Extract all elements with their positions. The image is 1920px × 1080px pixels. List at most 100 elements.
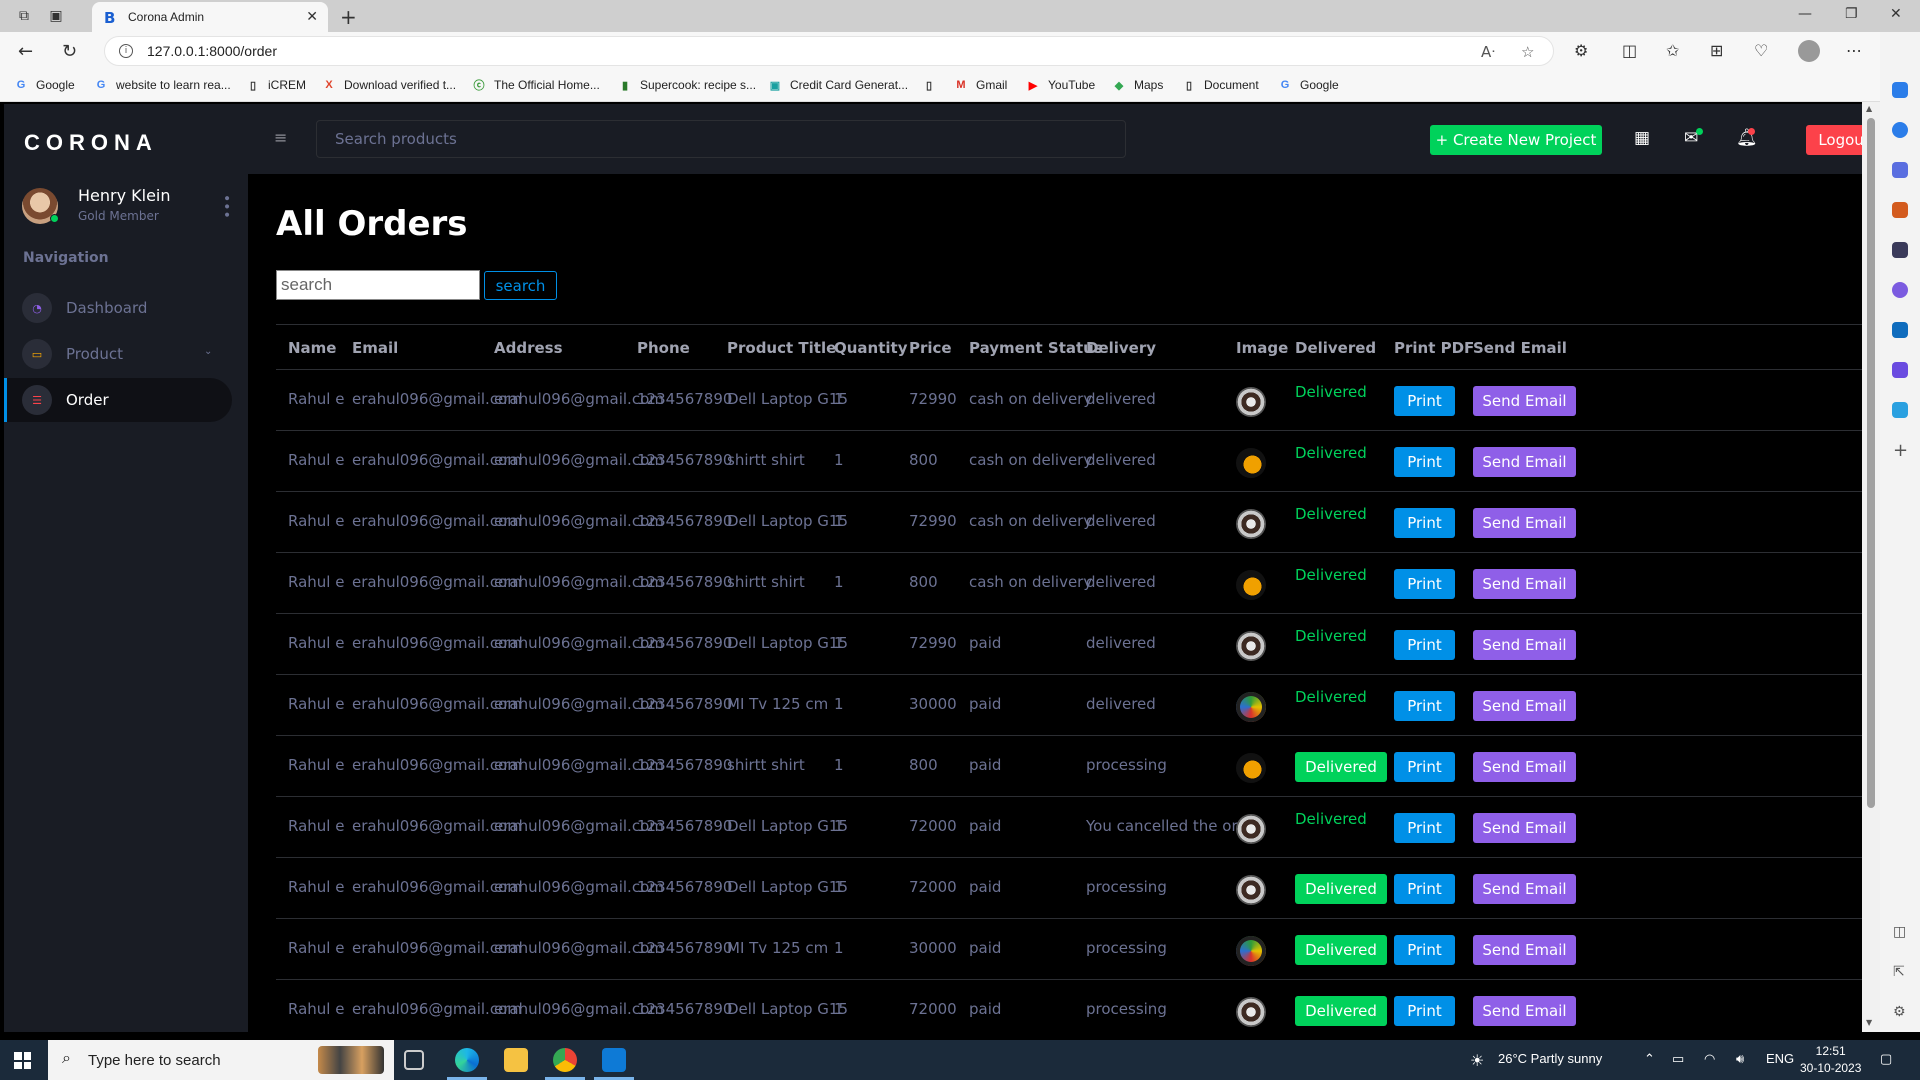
bookmark-item[interactable]: ▣ Credit Card Generat...: [768, 78, 908, 92]
sidebar-item-dashboard[interactable]: ◔ Dashboard: [4, 286, 232, 330]
chevron-down-icon[interactable]: ⌄: [204, 346, 212, 357]
order-search-input[interactable]: search: [276, 270, 480, 300]
volume-icon[interactable]: 🔊︎: [1736, 1051, 1744, 1067]
taskbar-search-input[interactable]: ⌕ Type here to search: [48, 1040, 394, 1080]
microsoft-365-icon[interactable]: [1892, 282, 1908, 298]
bookmark-item[interactable]: ⓒ The Official Home...: [472, 78, 600, 92]
page-scrollbar[interactable]: ▲ ▼: [1862, 102, 1880, 1032]
send-email-button[interactable]: Send Email: [1473, 935, 1576, 965]
back-icon[interactable]: ←: [18, 41, 33, 62]
scrollbar-thumb[interactable]: [1867, 118, 1875, 808]
create-project-button[interactable]: + Create New Project: [1430, 125, 1602, 155]
bookmark-item[interactable]: Gwebsite to learn rea...: [94, 78, 231, 92]
bookmark-item[interactable]: ▶ YouTube: [1026, 78, 1095, 92]
print-button[interactable]: Print: [1394, 874, 1455, 904]
print-button[interactable]: Print: [1394, 935, 1455, 965]
restore-icon[interactable]: ❐: [1845, 6, 1858, 22]
send-email-button[interactable]: Send Email: [1473, 508, 1576, 538]
profile-menu-icon[interactable]: •••: [218, 194, 234, 219]
url-field[interactable]: i 127.0.0.1:8000/order Aᐧ ☆: [104, 36, 1554, 66]
outlook-icon[interactable]: [1892, 322, 1908, 338]
tools-icon[interactable]: [1892, 202, 1908, 218]
bookmark-item[interactable]: ▯ iCREM: [246, 78, 306, 92]
bookmark-item[interactable]: ▯ Document: [1182, 78, 1259, 92]
weather-icon[interactable]: ☀︎: [1470, 1051, 1484, 1071]
print-button[interactable]: Print: [1394, 569, 1455, 599]
close-tab-icon[interactable]: ✕: [306, 9, 318, 25]
bell-icon[interactable]: [1892, 82, 1908, 98]
bookmark-item[interactable]: G Google: [1278, 78, 1339, 92]
send-email-button[interactable]: Send Email: [1473, 447, 1576, 477]
chrome-icon[interactable]: [553, 1048, 577, 1072]
weather-text[interactable]: 26°C Partly sunny: [1498, 1051, 1602, 1066]
send-email-button[interactable]: Send Email: [1473, 691, 1576, 721]
sidebar-item-order[interactable]: ☰ Order: [4, 378, 232, 422]
send-email-button[interactable]: Send Email: [1473, 630, 1576, 660]
search-button[interactable]: search: [484, 271, 557, 300]
bookmark-item[interactable]: M Gmail: [954, 78, 1007, 92]
collections-icon[interactable]: ⊞: [1710, 41, 1723, 60]
send-icon[interactable]: [1892, 402, 1908, 418]
send-email-button[interactable]: Send Email: [1473, 874, 1576, 904]
designer-icon[interactable]: [1892, 362, 1908, 378]
send-email-button[interactable]: Send Email: [1473, 996, 1576, 1026]
scroll-down-icon[interactable]: ▼: [1866, 1018, 1872, 1027]
brand-logo[interactable]: CORONA: [24, 130, 158, 156]
battery-icon[interactable]: ▭: [1672, 1051, 1684, 1067]
windows-start-icon[interactable]: [14, 1052, 31, 1069]
favorites-icon[interactable]: ✩: [1666, 41, 1679, 60]
bookmark-item[interactable]: X Download verified t...: [322, 78, 456, 92]
browser-tab[interactable]: B Corona Admin ✕: [92, 2, 328, 32]
shopping-icon[interactable]: [1892, 162, 1908, 178]
language-indicator[interactable]: ENG: [1766, 1051, 1794, 1066]
print-button[interactable]: Print: [1394, 813, 1455, 843]
mark-delivered-button[interactable]: Delivered: [1295, 996, 1387, 1026]
menu-toggle-icon[interactable]: ≡: [274, 128, 287, 147]
wifi-icon[interactable]: ◠: [1704, 1051, 1715, 1067]
close-window-icon[interactable]: ✕: [1890, 6, 1902, 22]
scroll-up-icon[interactable]: ▲: [1866, 104, 1872, 113]
print-button[interactable]: Print: [1394, 508, 1455, 538]
notifications-icon[interactable]: ▢: [1880, 1051, 1892, 1067]
site-info-icon[interactable]: i: [119, 44, 133, 58]
print-button[interactable]: Print: [1394, 630, 1455, 660]
print-button[interactable]: Print: [1394, 752, 1455, 782]
grid-icon[interactable]: ▦: [1634, 128, 1650, 148]
chevron-up-icon[interactable]: ⌃: [1644, 1051, 1655, 1067]
tab-actions-icon[interactable]: ▣: [46, 6, 66, 26]
minimize-icon[interactable]: —: [1798, 6, 1812, 22]
avatar[interactable]: [22, 188, 59, 224]
sidebar-toggle-icon[interactable]: ◫: [1893, 924, 1906, 940]
new-tab-icon[interactable]: +: [340, 5, 357, 29]
bookmark-item[interactable]: ▮ Supercook: recipe s...: [618, 78, 756, 92]
send-email-button[interactable]: Send Email: [1473, 386, 1576, 416]
search-icon[interactable]: [1892, 122, 1908, 138]
browser-essentials-icon[interactable]: ♡: [1754, 41, 1768, 60]
print-button[interactable]: Print: [1394, 996, 1455, 1026]
clock[interactable]: 12:51 30-10-2023: [1800, 1043, 1861, 1077]
mark-delivered-button[interactable]: Delivered: [1295, 935, 1387, 965]
edge-browser-icon[interactable]: [455, 1048, 479, 1072]
print-button[interactable]: Print: [1394, 447, 1455, 477]
bookmark-item[interactable]: ▯: [922, 78, 944, 92]
vscode-icon[interactable]: [602, 1048, 626, 1072]
search-products-input[interactable]: Search products: [316, 120, 1126, 158]
task-view-icon[interactable]: [404, 1050, 424, 1070]
bookmark-item[interactable]: ◆ Maps: [1112, 78, 1164, 92]
file-explorer-icon[interactable]: [504, 1048, 528, 1072]
mark-delivered-button[interactable]: Delivered: [1295, 752, 1387, 782]
sidebar-item-product[interactable]: ▭ Product ⌄: [4, 332, 232, 376]
extensions-icon[interactable]: ⚙: [1574, 41, 1588, 60]
profile-icon[interactable]: [1798, 40, 1820, 62]
print-button[interactable]: Print: [1394, 386, 1455, 416]
bookmark-item[interactable]: G Google: [14, 78, 75, 92]
print-button[interactable]: Print: [1394, 691, 1455, 721]
workspaces-icon[interactable]: ⧉: [14, 6, 34, 26]
games-icon[interactable]: [1892, 242, 1908, 258]
read-aloud-icon[interactable]: Aᐧ: [1481, 43, 1495, 61]
mark-delivered-button[interactable]: Delivered: [1295, 874, 1387, 904]
refresh-icon[interactable]: ↻: [62, 41, 77, 62]
send-email-button[interactable]: Send Email: [1473, 569, 1576, 599]
more-icon[interactable]: ⋯: [1846, 41, 1862, 60]
split-screen-icon[interactable]: ◫: [1622, 41, 1637, 60]
